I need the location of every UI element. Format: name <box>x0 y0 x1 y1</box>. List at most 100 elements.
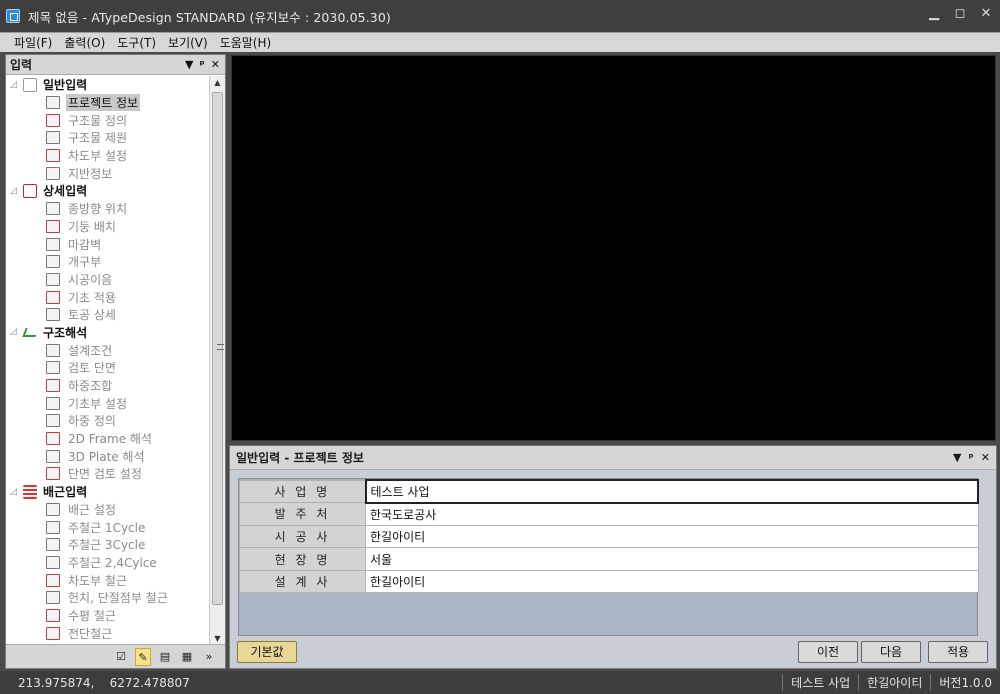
rebar-settings-icon <box>46 502 60 516</box>
table-row: 현 장 명 서울 <box>239 547 979 571</box>
foundation-icon <box>46 290 60 304</box>
roadway-icon <box>46 149 60 163</box>
tree-scrollbar[interactable]: ▲ ▼ <box>209 76 225 646</box>
tree-item-load-definition[interactable]: 하중 정의 <box>6 412 211 430</box>
tree-item-construction-joint[interactable]: 시공이음 <box>6 271 211 289</box>
input-tree: ◿ 일반입력 프로젝트 정보 구조물 정의 구조물 제원 차도부 설정 지반정보… <box>6 76 211 646</box>
column-icon <box>46 219 60 233</box>
tree-item-column-layout[interactable]: 기둥 배치 <box>6 218 211 236</box>
shear-rebar-icon <box>46 626 60 640</box>
tree-item-section-check-settings[interactable]: 단면 검토 설정 <box>6 465 211 483</box>
expand-icon[interactable]: ◿ <box>10 327 20 337</box>
minimize-icon[interactable]: ▁ <box>926 6 942 22</box>
tree-item-foundation-settings[interactable]: 기초부 설정 <box>6 394 211 412</box>
structure-definition-icon <box>46 113 60 127</box>
table-row: 사 업 명 테스트 사업 <box>239 479 979 504</box>
opening-icon <box>46 255 60 269</box>
tree-toolbar: ☑ ✎ ▤ ▦ » <box>6 644 225 668</box>
project-name-field[interactable]: 테스트 사업 <box>364 479 979 504</box>
tree-item-3d-plate[interactable]: 3D Plate 해석 <box>6 447 211 465</box>
check-icon[interactable]: ☑ <box>113 648 129 666</box>
tree-item-finishing-wall[interactable]: 마감벽 <box>6 235 211 253</box>
more-icon[interactable]: » <box>201 648 217 666</box>
tree-item-main-rebar-3cycle[interactable]: 주철근 3Cycle <box>6 536 211 554</box>
tree-item-check-section[interactable]: 검토 단면 <box>6 359 211 377</box>
pin-icon[interactable]: ᵖ <box>200 58 205 71</box>
next-button[interactable]: 다음 <box>861 641 921 663</box>
tree-item-2d-frame[interactable]: 2D Frame 해석 <box>6 430 211 448</box>
panel-close-icon[interactable]: ✕ <box>981 451 990 464</box>
field-label: 시 공 사 <box>239 524 366 549</box>
chart-icon <box>23 325 37 340</box>
panel-dropdown-icon[interactable]: ▼ <box>953 451 961 464</box>
tree-category-detail[interactable]: ◿ 상세입력 <box>6 182 211 200</box>
tree-item-shear-rebar[interactable]: 전단철근 <box>6 624 211 642</box>
menu-output[interactable]: 출력(O) <box>58 34 111 51</box>
menu-file[interactable]: 파일(F) <box>8 34 58 51</box>
previous-button[interactable]: 이전 <box>798 641 858 663</box>
tree-item-main-rebar-24cycle[interactable]: 주철근 2,4Cylce <box>6 554 211 572</box>
pencil-icon[interactable]: ✎ <box>135 647 151 666</box>
pin-icon[interactable]: ᵖ <box>969 451 974 464</box>
joint-icon <box>46 272 60 286</box>
computer-icon <box>23 183 37 198</box>
tree-item-haunch-rebar[interactable]: 헌치, 단절점부 철근 <box>6 589 211 607</box>
tree-item-load-combination[interactable]: 하중조합 <box>6 377 211 395</box>
menu-help[interactable]: 도움말(H) <box>214 34 278 51</box>
tree-item-structure-dimensions[interactable]: 구조물 제원 <box>6 129 211 147</box>
tree-item-structure-definition[interactable]: 구조물 정의 <box>6 111 211 129</box>
title-bar: 제목 없음 - ATypeDesign STANDARD (유지보수 : 203… <box>0 0 1000 32</box>
load-combination-icon <box>46 379 60 393</box>
client-field[interactable]: 한국도로공사 <box>365 502 979 526</box>
close-icon[interactable]: ✕ <box>978 6 994 22</box>
field-label: 발 주 처 <box>239 502 366 526</box>
panel-dropdown-icon[interactable]: ▼ <box>185 58 193 71</box>
tree-category-analysis[interactable]: ◿ 구조해석 <box>6 324 211 342</box>
apply-button[interactable]: 적용 <box>928 641 988 663</box>
expand-icon[interactable]: ◿ <box>10 487 20 497</box>
longitudinal-icon <box>46 202 60 216</box>
excel-icon[interactable]: ▦ <box>179 648 195 666</box>
contractor-field[interactable]: 한길아이티 <box>365 524 979 549</box>
menu-tools[interactable]: 도구(T) <box>111 34 162 51</box>
tree-item-longitudinal-position[interactable]: 종방향 위치 <box>6 200 211 218</box>
coordinate-readout: 213.975874, 6272.478807 <box>18 675 190 690</box>
tree-item-design-conditions[interactable]: 설계조건 <box>6 341 211 359</box>
menu-bar: 파일(F) 출력(O) 도구(T) 보기(V) 도움말(H) <box>0 32 1000 52</box>
expand-icon[interactable]: ◿ <box>10 186 20 196</box>
field-label: 현 장 명 <box>239 547 366 571</box>
tree-item-main-rebar-1cycle[interactable]: 주철근 1Cycle <box>6 518 211 536</box>
tree-item-project-info[interactable]: 프로젝트 정보 <box>6 94 211 112</box>
earthwork-icon <box>46 308 60 322</box>
app-icon <box>6 9 20 23</box>
designer-field[interactable]: 한길아이티 <box>365 569 979 594</box>
maximize-icon[interactable]: ◻ <box>952 6 968 22</box>
tree-category-rebar[interactable]: ◿ 배근입력 <box>6 483 211 501</box>
site-name-field[interactable]: 서울 <box>365 547 979 571</box>
haunch-rebar-icon <box>46 591 60 605</box>
tree-item-roadway-rebar[interactable]: 차도부 철근 <box>6 571 211 589</box>
horizontal-rebar-icon <box>46 608 60 622</box>
tree-item-rebar-settings[interactable]: 배근 설정 <box>6 501 211 519</box>
drawing-viewport[interactable] <box>231 55 996 441</box>
pdf-icon[interactable]: ▤ <box>157 648 173 666</box>
menu-view[interactable]: 보기(V) <box>162 34 214 51</box>
tree-item-foundation[interactable]: 기초 적용 <box>6 288 211 306</box>
tree-category-general[interactable]: ◿ 일반입력 <box>6 76 211 94</box>
ground-icon <box>46 166 60 180</box>
scroll-up-icon[interactable]: ▲ <box>210 76 225 90</box>
expand-icon[interactable]: ◿ <box>10 80 20 90</box>
tree-item-ground-info[interactable]: 지반정보 <box>6 164 211 182</box>
window-title: 제목 없음 - ATypeDesign STANDARD (유지보수 : 203… <box>28 9 391 25</box>
tree-item-horizontal-rebar[interactable]: 수평 철근 <box>6 607 211 625</box>
default-values-button[interactable]: 기본값 <box>237 641 297 663</box>
design-conditions-icon <box>46 343 60 357</box>
status-project: 테스트 사업 <box>782 674 858 691</box>
scroll-thumb[interactable] <box>212 92 224 605</box>
load-definition-icon <box>46 414 60 428</box>
panel-close-icon[interactable]: ✕ <box>211 58 220 71</box>
tree-item-earthwork[interactable]: 토공 상세 <box>6 306 211 324</box>
rebar-icon <box>23 484 37 499</box>
tree-item-roadway-settings[interactable]: 차도부 설정 <box>6 147 211 165</box>
tree-item-opening[interactable]: 개구부 <box>6 253 211 271</box>
